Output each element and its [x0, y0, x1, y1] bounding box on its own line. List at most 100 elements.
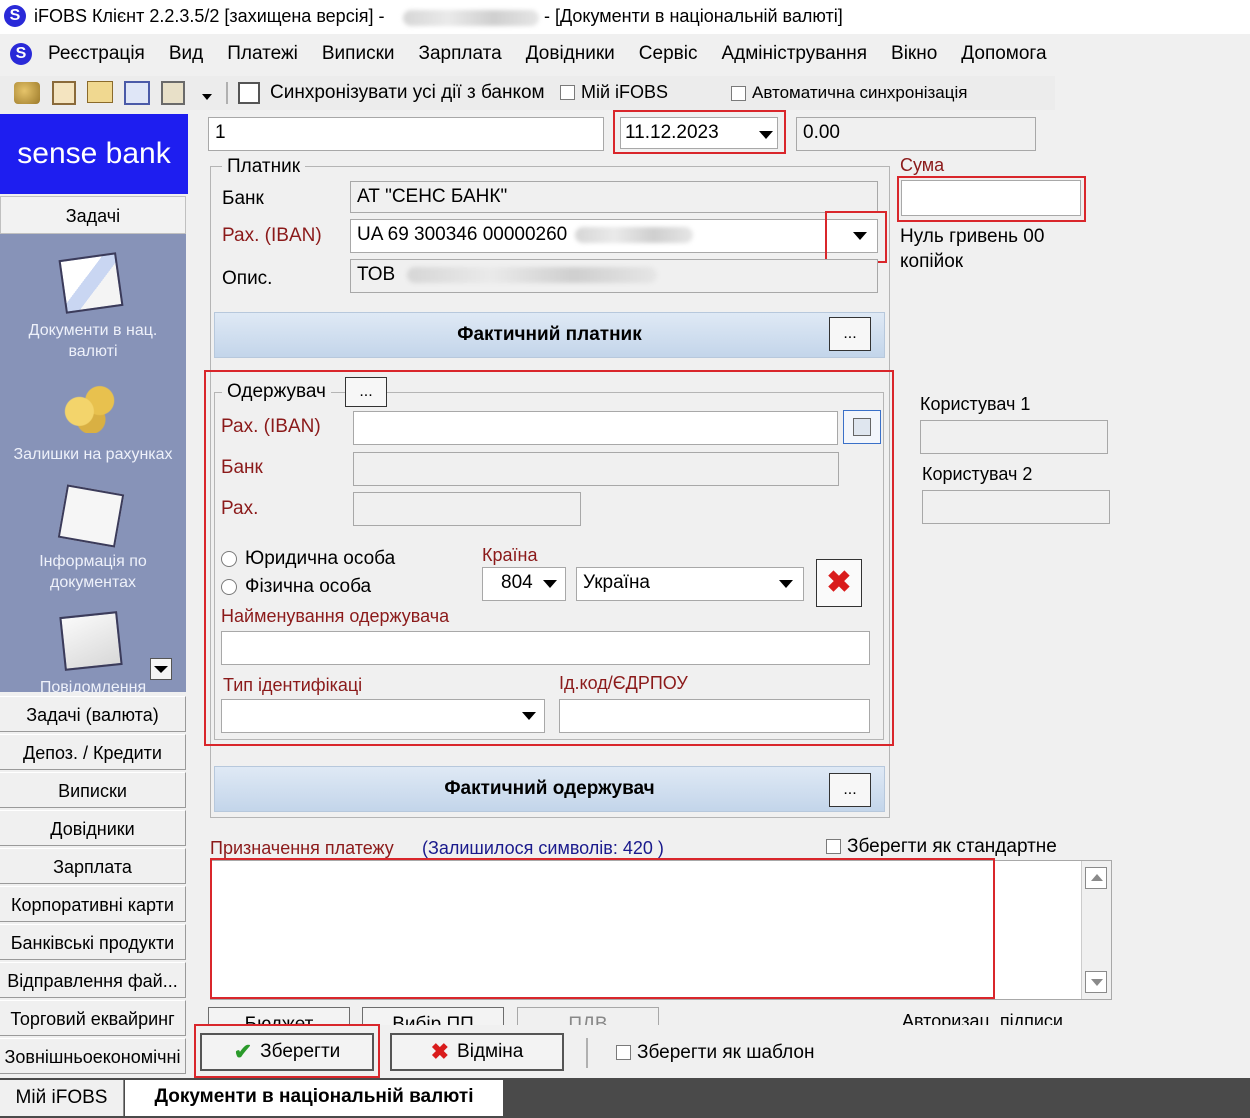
purpose-remaining: (Залишилося символів: 420 ): [422, 838, 664, 858]
menu-registration[interactable]: Реєстрація: [36, 37, 157, 71]
sum-field[interactable]: [901, 180, 1081, 216]
purpose-label: Призначення платежу: [210, 838, 394, 858]
nav-tasks-currency[interactable]: Задачі (валюта): [0, 696, 186, 732]
payer-iban-value: UA 69 300346 00000260: [357, 224, 568, 245]
toolbar-separator: [226, 82, 228, 104]
country-label: Країна: [482, 545, 538, 565]
menu-service[interactable]: Сервіс: [627, 37, 710, 71]
card-tool-icon[interactable]: [87, 81, 113, 103]
tasks-panel: Документи в нац. валюті Залишки на рахун…: [0, 234, 186, 692]
nav-corporate-cards[interactable]: Корпоративні карти: [0, 886, 186, 922]
sync-button[interactable]: Синхронізувати усі дії з банком: [270, 82, 545, 104]
save-standard-label: Зберегти як стандартне: [847, 836, 1057, 857]
save-button[interactable]: ✔ Зберегти: [200, 1033, 374, 1071]
menu-statements[interactable]: Виписки: [310, 37, 407, 71]
country-name-select[interactable]: Україна: [576, 567, 804, 601]
date-field[interactable]: 11.12.2023: [620, 117, 778, 149]
menu-logo-icon: S: [10, 43, 32, 65]
tab-my-ifobs[interactable]: Мій iFOBS: [0, 1080, 124, 1116]
sidebar-documents-label[interactable]: Документи в нац. валюті: [20, 320, 166, 362]
date-dropdown-icon[interactable]: [759, 131, 773, 139]
user1-label: Користувач 1: [920, 394, 1031, 414]
choose-pp-button[interactable]: Вибір ПП: [362, 1007, 504, 1025]
menu-payments[interactable]: Платежі: [215, 37, 310, 71]
clear-country-button[interactable]: ✖: [816, 559, 862, 607]
country-code-select[interactable]: 804: [482, 567, 566, 601]
actual-payer-button[interactable]: ...: [829, 317, 871, 351]
vat-select[interactable]: ПДВ: [517, 1007, 659, 1025]
nav-statements[interactable]: Виписки: [0, 772, 186, 808]
scroll-down-icon[interactable]: [1085, 971, 1107, 993]
building-tool-icon[interactable]: [161, 81, 185, 105]
nav-directories[interactable]: Довідники: [0, 810, 186, 846]
sidebar-doc-info-label[interactable]: Інформація по документах: [28, 551, 158, 593]
bank-logo: sense bank: [0, 114, 188, 194]
save-template-checkbox[interactable]: Зберегти як шаблон: [616, 1042, 814, 1064]
payer-desc-label: Опис.: [222, 268, 273, 289]
coins-icon[interactable]: [62, 379, 120, 433]
choose-pp-label: Вибір ПП: [392, 1014, 474, 1025]
scroll-up-icon[interactable]: [1085, 867, 1107, 889]
recipient-iban-label: Рах. (IBAN): [221, 416, 321, 437]
nav-merchant-acquiring[interactable]: Торговий еквайринг: [0, 1000, 186, 1036]
messages-icon[interactable]: [59, 611, 123, 671]
menu-help[interactable]: Допомога: [949, 37, 1058, 71]
id-code-label: Ід.код/ЄДРПОУ: [559, 673, 688, 693]
menu-view[interactable]: Вид: [157, 37, 215, 71]
id-type-select[interactable]: [221, 699, 545, 733]
date-value: 11.12.2023: [625, 122, 719, 143]
tab-national-currency-docs[interactable]: Документи в національній валюті: [125, 1080, 503, 1116]
window-title-suffix: - [Документи в національній валюті]: [544, 6, 843, 26]
nav-foreign-trade[interactable]: Зовнішньоекономічні: [0, 1038, 186, 1074]
bank-logo-text: sense bank: [17, 137, 171, 170]
scroll-down-button[interactable]: [150, 658, 172, 680]
payer-iban-label: Рах. (IBAN): [222, 225, 322, 246]
recipient-iban-field[interactable]: [353, 411, 838, 445]
purpose-textarea[interactable]: [210, 860, 1112, 1000]
doc-info-icon[interactable]: [57, 484, 125, 548]
id-code-field[interactable]: [559, 699, 870, 733]
save-standard-checkbox[interactable]: Зберегти як стандартне: [826, 836, 1057, 858]
nav-bank-products[interactable]: Банківські продукти: [0, 924, 186, 960]
iban-dropdown-icon[interactable]: [853, 232, 867, 240]
sidebar-balances-label[interactable]: Залишки на рахунках: [0, 444, 186, 465]
nav-file-sending[interactable]: Відправлення фай...: [0, 962, 186, 998]
calculator-tool-icon[interactable]: [52, 81, 76, 105]
toolbar-more-icon[interactable]: [202, 94, 212, 100]
menu-window[interactable]: Вікно: [879, 37, 949, 71]
tasks-header[interactable]: Задачі: [0, 196, 186, 234]
actual-recipient-button[interactable]: ...: [829, 773, 871, 807]
auto-sync-checkbox[interactable]: Автоматична синхронізація: [731, 83, 967, 103]
recipient-name-label: Найменування одержувача: [221, 606, 450, 626]
actual-recipient-label: Фактичний одержувач: [444, 778, 655, 799]
payer-iban-field[interactable]: UA 69 300346 00000260: [350, 219, 878, 253]
menu-administration[interactable]: Адміністрування: [709, 37, 879, 71]
nav-salary[interactable]: Зарплата: [0, 848, 186, 884]
sync-icon[interactable]: [238, 82, 260, 104]
auth-signatures-label: Авторизац. підписи: [902, 1011, 1063, 1025]
menu-salary[interactable]: Зарплата: [407, 37, 514, 71]
my-ifobs-checkbox[interactable]: Мій iFOBS: [560, 82, 668, 104]
redacted-company: [406, 266, 657, 283]
recipient-name-field[interactable]: [221, 631, 870, 665]
individual-radio[interactable]: Фізична особа: [221, 576, 371, 598]
recipient-select-button[interactable]: ...: [345, 377, 387, 407]
sidebar: sense bank Задачі Документи в нац. валют…: [0, 114, 190, 1076]
calendar-tool-icon[interactable]: [124, 81, 150, 105]
doc-number-field[interactable]: 1: [208, 117, 604, 151]
payer-bank-field: АТ "СЕНС БАНК": [350, 181, 878, 213]
documents-icon[interactable]: [58, 252, 124, 314]
tab-my-ifobs-label: Мій iFOBS: [15, 1087, 108, 1108]
budget-label: Бюджет: [244, 1014, 314, 1025]
legal-entity-radio[interactable]: Юридична особа: [221, 548, 395, 570]
recipient-bank-field: [353, 452, 839, 486]
sum-in-words: Нуль гривень 00 копійок: [900, 226, 1045, 272]
menu-directories[interactable]: Довідники: [514, 37, 627, 71]
purpose-scrollbar[interactable]: [1081, 861, 1111, 999]
recipient-lookup-icon[interactable]: [843, 410, 881, 444]
nav-deposits-credits[interactable]: Депоз. / Кредити: [0, 734, 186, 770]
cancel-button[interactable]: ✖ Відміна: [390, 1033, 564, 1071]
coins-tool-icon[interactable]: [14, 82, 40, 104]
budget-button[interactable]: Бюджет: [208, 1007, 350, 1025]
lookup-sheet-icon: [853, 418, 871, 436]
